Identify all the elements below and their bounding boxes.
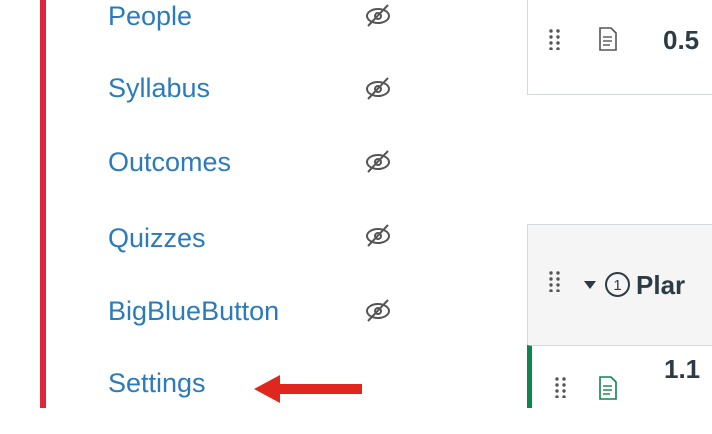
red-arrow-left-icon [254,375,362,403]
nav-link-outcomes[interactable]: Outcomes [108,149,231,176]
module-item-top[interactable]: 0.5 [527,0,712,95]
eye-slash-icon[interactable] [363,297,393,323]
caret-down-icon[interactable] [584,281,596,289]
module-header[interactable]: 1 Plar [527,224,712,345]
requirement-number-icon: 1 [605,272,630,297]
module-number: 1 [613,277,621,294]
nav-link-bigbluebutton[interactable]: BigBlueButton [108,298,279,325]
course-nav-border [40,0,46,408]
document-icon [599,376,617,400]
nav-link-settings[interactable]: Settings [108,370,206,397]
drag-handle-icon[interactable] [554,376,568,398]
eye-slash-icon[interactable] [363,2,393,28]
eye-slash-icon[interactable] [363,148,393,174]
page-bottom-edge [0,408,712,434]
module-item-title[interactable]: 1.1 [664,356,700,382]
nav-link-people[interactable]: People [108,3,192,30]
module-item-title[interactable]: 0.5 [663,27,699,53]
document-icon [599,27,617,51]
drag-handle-icon[interactable] [548,28,562,50]
eye-slash-icon[interactable] [363,75,393,101]
drag-handle-icon[interactable] [548,270,562,292]
eye-slash-icon[interactable] [363,222,393,248]
module-item-published[interactable]: 1.1 [527,345,712,408]
nav-link-syllabus[interactable]: Syllabus [108,75,210,102]
nav-link-quizzes[interactable]: Quizzes [108,225,206,252]
module-title[interactable]: Plar [636,272,685,298]
